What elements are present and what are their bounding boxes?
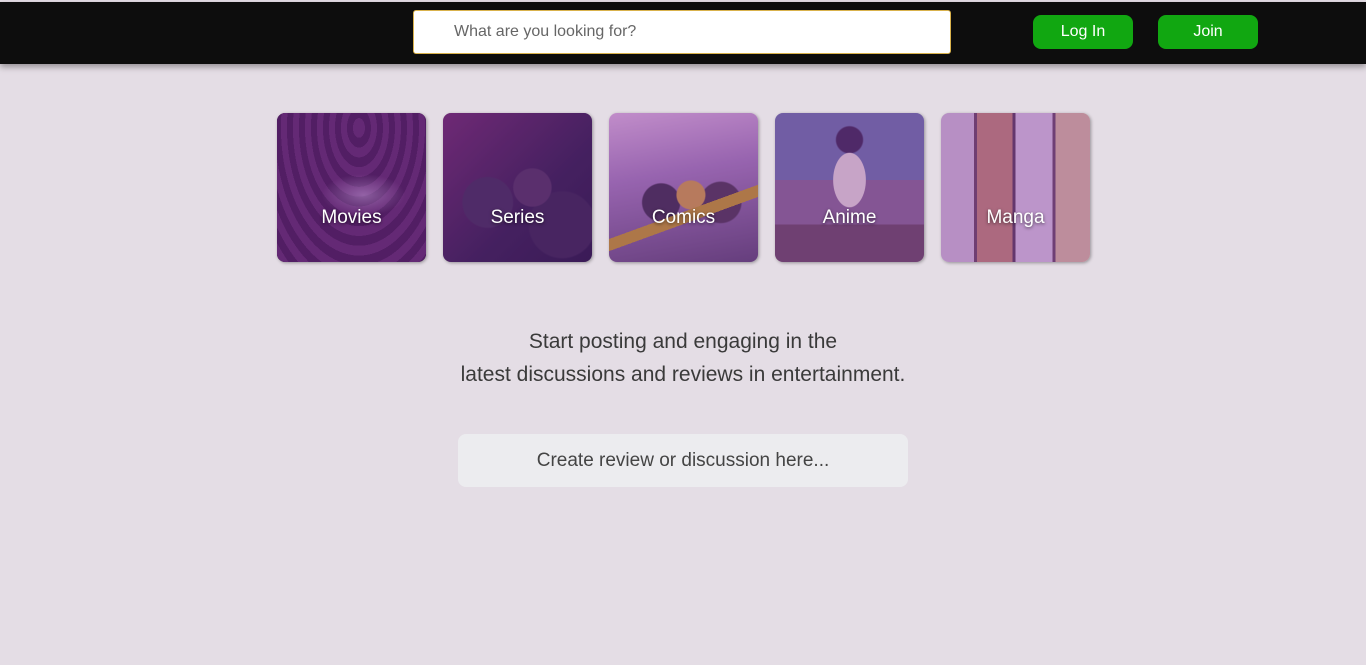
- category-card-anime[interactable]: Anime: [775, 113, 924, 262]
- card-overlay: [941, 113, 1090, 262]
- create-post-field[interactable]: Create review or discussion here...: [458, 434, 908, 487]
- search-input[interactable]: [413, 10, 951, 54]
- card-overlay: [609, 113, 758, 262]
- card-overlay: [443, 113, 592, 262]
- tagline-line-2: latest discussions and reviews in entert…: [460, 363, 906, 386]
- category-label: Comics: [651, 207, 716, 228]
- top-navbar: Log In Join: [0, 2, 1366, 64]
- category-list: Movies Series Comics Anime Manga: [277, 113, 1090, 262]
- create-post-prompt: Create review or discussion here...: [536, 449, 830, 471]
- category-label: Movies: [321, 207, 382, 228]
- category-card-manga[interactable]: Manga: [941, 113, 1090, 262]
- tagline: Start posting and engaging in the latest…: [383, 325, 983, 391]
- tagline-line-1: Start posting and engaging in the: [528, 330, 838, 353]
- category-label: Series: [490, 207, 545, 228]
- login-button[interactable]: Log In: [1033, 15, 1133, 49]
- category-card-series[interactable]: Series: [443, 113, 592, 262]
- join-button[interactable]: Join: [1158, 15, 1258, 49]
- category-card-movies[interactable]: Movies: [277, 113, 426, 262]
- category-label: Anime: [822, 207, 877, 228]
- category-label: Manga: [986, 207, 1045, 228]
- card-overlay: [775, 113, 924, 262]
- card-overlay: [277, 113, 426, 262]
- category-card-comics[interactable]: Comics: [609, 113, 758, 262]
